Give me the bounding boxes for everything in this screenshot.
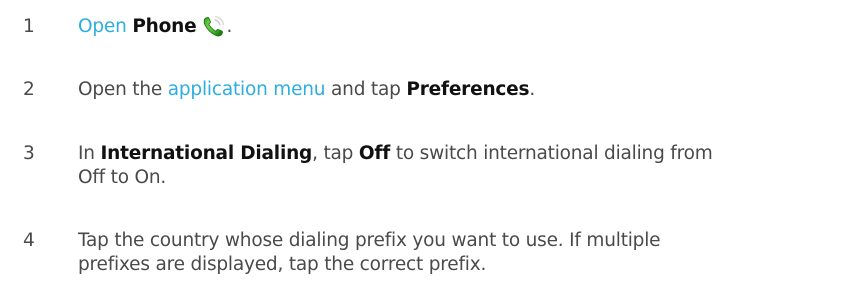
step-text-middle: , tap	[312, 143, 354, 164]
step-number: 3	[23, 143, 35, 164]
phone-app-icon	[202, 15, 226, 37]
step-text-line2: prefixes are displayed, tap the correct …	[78, 254, 487, 275]
international-dialing-label: International Dialing	[100, 143, 313, 164]
step-text: Open Phone .	[78, 15, 818, 39]
step-number: 4	[23, 230, 35, 251]
preferences-label: Preferences	[406, 79, 530, 100]
step-text: Open the application menu and tap Prefer…	[78, 78, 818, 102]
step-text-line2: Off to On.	[78, 167, 167, 188]
step-text-before: In	[78, 143, 95, 164]
application-menu-link[interactable]: application menu	[168, 79, 326, 100]
step-number: 2	[23, 79, 35, 100]
step-number: 1	[23, 16, 35, 37]
instruction-steps: 1 Open Phone . 2 Open the application me…	[0, 0, 859, 292]
step-text-line1-end: to switch international dialing from	[395, 143, 713, 164]
off-label: Off	[358, 143, 391, 164]
phone-app-label: Phone	[132, 16, 197, 37]
step-text: In International Dialing, tap Off to swi…	[78, 142, 818, 190]
step-text-line1: Tap the country whose dialing prefix you…	[78, 230, 661, 251]
step-text-middle: and tap	[331, 79, 401, 100]
step-text: Tap the country whose dialing prefix you…	[78, 229, 818, 277]
step-end: .	[529, 79, 536, 100]
step-text-before: Open the	[78, 79, 163, 100]
open-link[interactable]: Open	[78, 16, 127, 37]
step-end: .	[226, 16, 233, 37]
